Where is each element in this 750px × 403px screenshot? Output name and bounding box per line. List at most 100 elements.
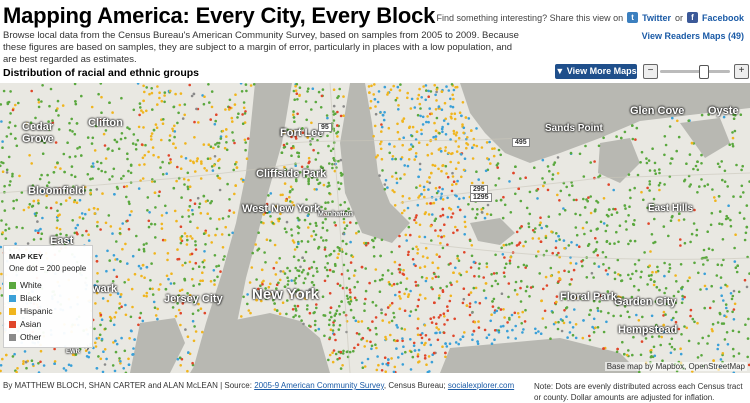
dot-white [296, 151, 299, 154]
dot-white [328, 254, 331, 257]
dot-hispanic [492, 154, 496, 158]
twitter-icon[interactable]: t [627, 12, 639, 23]
social-explorer-link[interactable]: socialexplorer.com [448, 381, 514, 390]
dot-density-map[interactable]: Cedar Grove Clifton Bloomfield East wark… [0, 83, 750, 373]
dot-white [617, 240, 620, 244]
dot-white [252, 83, 256, 86]
intro-text: Browse local data from the Census Bureau… [3, 30, 519, 65]
acs-source-link[interactable]: 2005-9 American Community Survey [254, 381, 384, 390]
zoom-out-button[interactable]: − [643, 64, 658, 79]
facebook-icon[interactable]: f [686, 12, 698, 23]
dot-hispanic [539, 221, 542, 224]
dot-white [667, 234, 670, 238]
dot-asian [453, 317, 457, 321]
dot-black [729, 292, 733, 295]
dot-white [501, 216, 505, 220]
dot-black [91, 162, 95, 165]
zoom-slider-handle[interactable] [699, 65, 710, 79]
dot-hispanic [169, 161, 172, 164]
dot-white [615, 350, 619, 354]
dot-hispanic [203, 95, 206, 98]
dot-black [423, 235, 427, 239]
dot-black [246, 293, 249, 296]
dot-black [449, 105, 453, 108]
zoom-slider-track[interactable] [660, 70, 730, 73]
dot-white [294, 266, 298, 270]
dot-hispanic [396, 122, 399, 126]
dot-white [648, 180, 651, 183]
dot-asian [384, 313, 388, 316]
dot-hispanic [369, 106, 372, 110]
dot-hispanic [351, 255, 355, 259]
dot-white [46, 173, 49, 177]
dot-white [41, 84, 44, 87]
dot-black [112, 254, 116, 257]
dot-black [679, 352, 683, 356]
view-more-maps-button[interactable]: ▼ View More Maps [555, 64, 637, 79]
dot-white [11, 174, 14, 178]
dot-black [566, 336, 569, 339]
dot-hispanic [493, 147, 496, 150]
dot-white [111, 175, 114, 178]
dot-asian [158, 190, 161, 193]
dot-white [332, 323, 335, 327]
dot-white [652, 241, 655, 245]
dot-asian [296, 112, 299, 116]
dot-asian [339, 350, 343, 354]
dot-white [467, 203, 470, 206]
dot-other [500, 292, 504, 295]
dot-black [459, 338, 462, 341]
dot-white [345, 286, 349, 290]
dot-white [343, 227, 347, 230]
dot-black [394, 293, 397, 297]
dot-other [732, 289, 736, 293]
dot-hispanic [154, 123, 158, 126]
dot-white [650, 273, 653, 277]
dot-hispanic [423, 324, 427, 327]
dot-black [539, 332, 543, 335]
readers-maps-link[interactable]: View Readers Maps (49) [642, 31, 744, 41]
dot-white [668, 266, 672, 270]
dot-white [75, 122, 79, 125]
dot-black [152, 300, 156, 304]
dot-asian [441, 207, 445, 211]
dot-white [711, 248, 714, 252]
dot-white [150, 87, 153, 90]
highway-shield-95: 95 [318, 123, 332, 132]
dot-white [718, 222, 721, 225]
dot-hispanic [431, 163, 435, 167]
dot-asian [437, 316, 441, 319]
dot-asian [417, 298, 421, 302]
dot-black [417, 348, 421, 352]
facebook-link[interactable]: Facebook [702, 13, 744, 23]
dot-white [288, 269, 292, 273]
dot-hispanic [422, 85, 425, 88]
dot-hispanic [569, 261, 572, 265]
dot-asian [519, 286, 522, 290]
dot-white [361, 366, 365, 370]
dot-hispanic [456, 257, 459, 260]
dot-white [495, 271, 499, 275]
dot-white [306, 272, 310, 275]
dot-white [275, 309, 279, 312]
dot-white [699, 288, 702, 291]
dot-white [581, 264, 584, 268]
place-label-garden-city: Garden City [614, 296, 677, 308]
dot-hispanic [437, 167, 440, 171]
dot-asian [401, 272, 405, 276]
dot-other [418, 162, 422, 166]
dot-hispanic [374, 105, 377, 108]
dot-black [269, 192, 273, 195]
dot-black [401, 337, 404, 340]
dot-white [328, 162, 331, 165]
dot-white [635, 126, 639, 130]
dot-asian [122, 185, 126, 189]
map-attribution[interactable]: Base map by Mapbox, OpenStreetMap [604, 362, 747, 371]
dot-white [35, 211, 38, 215]
dot-black [402, 345, 405, 349]
twitter-link[interactable]: Twitter [642, 13, 671, 23]
dot-hispanic [96, 207, 100, 211]
dot-asian [54, 141, 58, 144]
dot-white [633, 263, 637, 266]
zoom-in-button[interactable]: + [734, 64, 749, 79]
